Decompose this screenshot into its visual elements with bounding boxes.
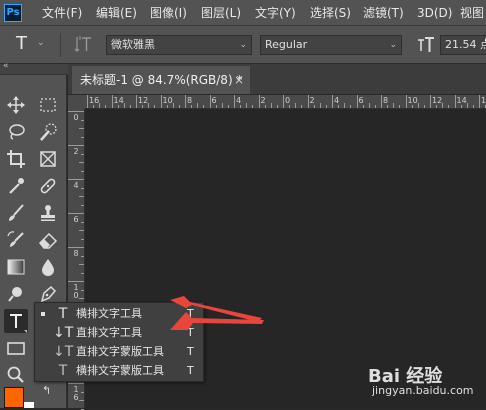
ruler-tick — [81, 408, 84, 410]
annotation-arrows — [170, 296, 264, 330]
annotation-arrow-lower — [170, 312, 264, 330]
annotation-arrows-overlay — [170, 296, 264, 330]
watermark-url: jingyan.baidu.com — [372, 384, 474, 397]
